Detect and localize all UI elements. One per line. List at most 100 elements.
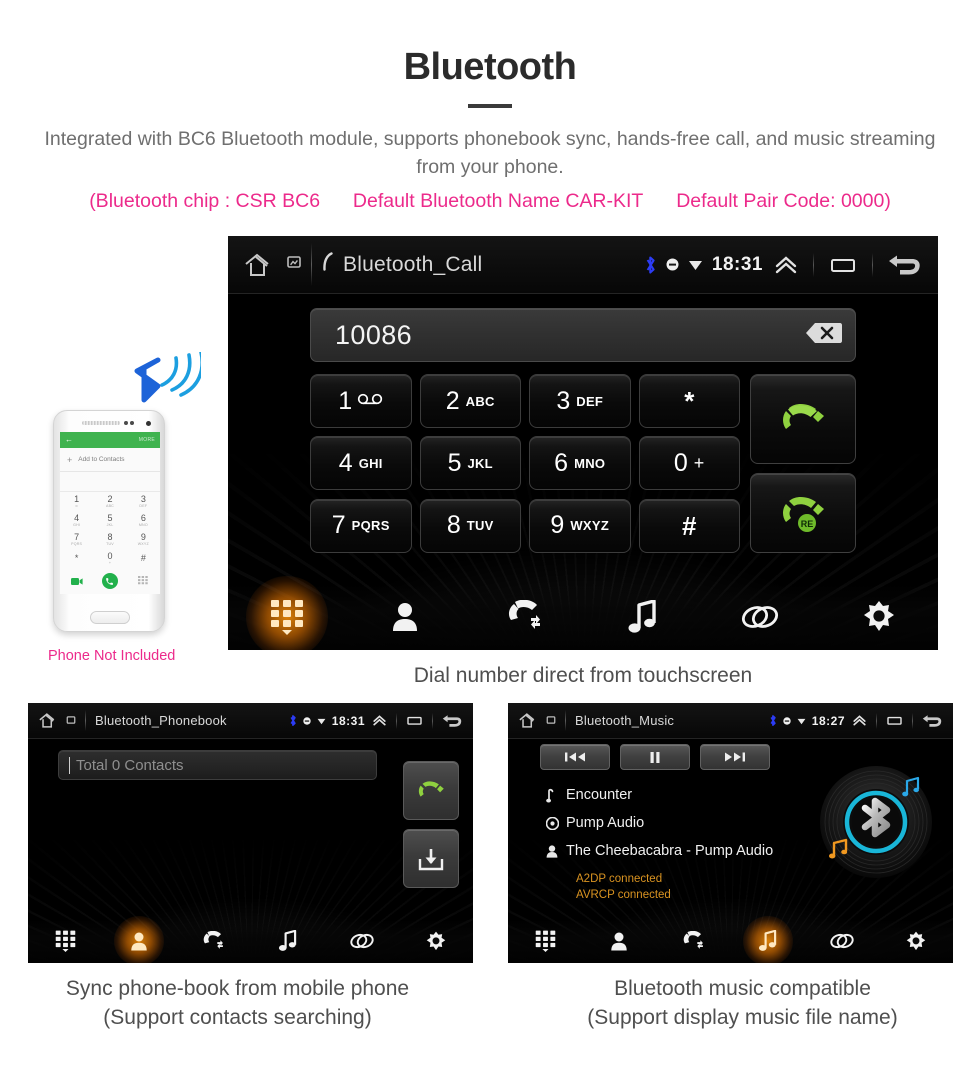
phone-back-arrow-icon: ←: [65, 435, 73, 444]
sidebar-item-call-log[interactable]: [465, 584, 583, 650]
phone-key: 2 ABC: [105, 494, 114, 509]
screen-mirror-icon[interactable]: [66, 712, 76, 730]
sidebar-item-contacts[interactable]: [582, 919, 656, 963]
back-icon[interactable]: [886, 252, 926, 278]
sidebar-item-settings[interactable]: [399, 919, 473, 963]
wifi-icon: [688, 261, 702, 270]
next-track-button[interactable]: [700, 744, 770, 770]
key-1[interactable]: 1: [310, 374, 412, 428]
sidebar-item-keypad[interactable]: [228, 576, 346, 650]
a2dp-status: A2DP connected: [576, 873, 663, 885]
phone-key: #: [140, 553, 146, 563]
key-letters: PQRS: [351, 518, 390, 534]
download-icon: [418, 848, 444, 870]
key-star[interactable]: *: [638, 374, 740, 428]
sidebar-item-contacts[interactable]: [346, 584, 464, 650]
phonebook-status-bar: Bluetooth_Phonebook 18:31: [28, 703, 473, 739]
home-icon[interactable]: [517, 711, 543, 730]
track-artist: The Cheebacabra - Pump Audio: [566, 843, 774, 859]
key-digit: 1: [338, 386, 353, 415]
sidebar-item-keypad[interactable]: [508, 919, 582, 963]
sidebar-item-music[interactable]: [583, 584, 701, 650]
sidebar-item-link[interactable]: [325, 919, 399, 963]
chevron-up-icon[interactable]: [851, 714, 868, 727]
call-button[interactable]: [750, 374, 856, 464]
key-5[interactable]: 5 JKL: [419, 436, 521, 491]
contacts-search-placeholder: Total 0 Contacts: [76, 756, 184, 774]
sidebar-item-call-log[interactable]: [176, 919, 250, 963]
key-digit: 6: [554, 448, 569, 477]
call-history-icon: [508, 600, 540, 629]
artist-icon: [546, 844, 566, 858]
back-icon[interactable]: [921, 713, 945, 729]
phone-key: 1 ∞: [74, 494, 80, 509]
sidebar-item-music[interactable]: [251, 919, 325, 963]
sidebar-item-music[interactable]: [731, 916, 805, 963]
sidebar-item-contacts[interactable]: [102, 916, 176, 963]
sidebar-item-link[interactable]: [805, 919, 879, 963]
phone-sensor-2: [130, 421, 134, 425]
key-letters: ABC: [465, 393, 495, 409]
call-icon: [783, 403, 824, 429]
mute-icon: [303, 716, 311, 725]
page-root: Bluetooth Integrated with BC6 Bluetooth …: [0, 0, 980, 1091]
bluetooth-music-screen: Bluetooth_Music 18:27 Encounter Pump Aud…: [508, 703, 953, 963]
back-icon[interactable]: [441, 713, 465, 729]
phone-key: 8 TUV: [106, 532, 114, 547]
key-digit: 2: [445, 386, 460, 415]
pause-button[interactable]: [620, 744, 690, 770]
status-divider-1: [396, 712, 397, 729]
sidebar-item-settings[interactable]: [820, 584, 938, 650]
download-contacts-button[interactable]: [403, 829, 459, 888]
key-digit: 4: [338, 448, 353, 477]
spec-chip: (Bluetooth chip : CSR BC6: [89, 190, 321, 213]
key-9[interactable]: 9 WXYZ: [529, 498, 631, 553]
recent-apps-icon[interactable]: [405, 714, 424, 727]
redial-button[interactable]: RE: [750, 473, 856, 553]
key-letters: +: [693, 452, 705, 473]
sidebar-item-settings[interactable]: [879, 919, 953, 963]
call-history-icon: [204, 930, 224, 949]
sidebar-item-keypad[interactable]: [28, 919, 102, 963]
screen-mirror-icon[interactable]: [286, 254, 302, 275]
key-0[interactable]: 0 +: [638, 436, 740, 491]
key-8[interactable]: 8 TUV: [419, 498, 521, 553]
music-caption-line-2: (Support display music file name): [587, 1005, 898, 1029]
home-icon[interactable]: [242, 250, 282, 280]
recent-apps-icon[interactable]: [885, 714, 904, 727]
key-hash[interactable]: #: [638, 498, 740, 553]
status-divider-1: [876, 712, 877, 729]
backspace-icon[interactable]: [791, 319, 843, 352]
track-album: Pump Audio: [566, 815, 645, 831]
call-history-icon: [684, 930, 704, 949]
dial-call-button[interactable]: [403, 761, 459, 820]
phone-keypad-icon: [137, 575, 148, 584]
call-status-bar: Bluetooth_Call 18:31: [228, 236, 938, 294]
recent-apps-icon[interactable]: [827, 254, 859, 276]
previous-track-button[interactable]: [540, 744, 610, 770]
bluetooth-phonebook-screen: Bluetooth_Phonebook 18:31 Total 0 Contac…: [28, 703, 473, 963]
chevron-up-icon[interactable]: [772, 254, 800, 276]
key-3[interactable]: 3 DEF: [529, 374, 631, 428]
chevron-up-icon[interactable]: [371, 714, 388, 727]
wifi-icon: [317, 718, 326, 724]
dial-input[interactable]: 10086: [310, 308, 856, 362]
key-digit: *: [684, 386, 695, 416]
contacts-search-input[interactable]: Total 0 Contacts: [58, 750, 377, 780]
key-6[interactable]: 6 MNO: [529, 436, 631, 491]
key-2[interactable]: 2 ABC: [419, 374, 521, 428]
contact-icon: [611, 932, 627, 950]
home-icon[interactable]: [37, 711, 63, 730]
key-7[interactable]: 7 PQRS: [310, 498, 412, 553]
key-4[interactable]: 4 GHI: [310, 436, 412, 491]
call-screen-caption: Dial number direct from touchscreen: [413, 664, 753, 687]
dial-keypad: 1 2 ABC 3 DEF * 4 GHI 5 JKL 6 MNO 0 + 7 …: [228, 362, 938, 553]
sidebar-item-call-log[interactable]: [656, 919, 730, 963]
keypad-icon: [535, 930, 555, 952]
bluetooth-icon: [770, 715, 776, 726]
screen-mirror-icon[interactable]: [546, 712, 556, 730]
track-album-row: Pump Audio: [546, 815, 773, 831]
sidebar-item-link[interactable]: [701, 584, 819, 650]
link-icon: [742, 606, 779, 628]
dial-number-value: 10086: [335, 319, 413, 350]
